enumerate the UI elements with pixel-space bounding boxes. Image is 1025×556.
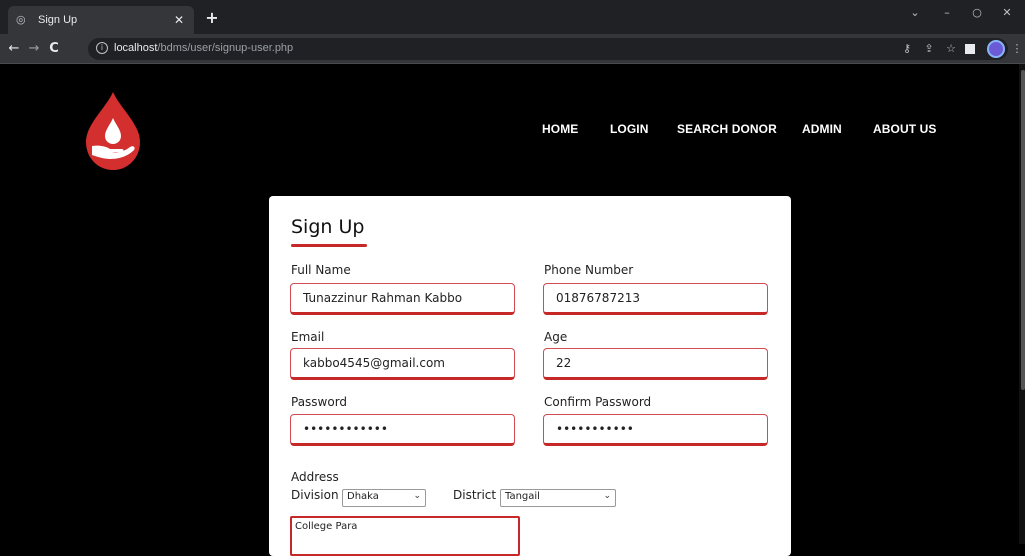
reload-icon[interactable]: C	[46, 41, 62, 56]
email-input[interactable]: kabbo4545@gmail.com	[290, 348, 515, 380]
nav-login[interactable]: LOGIN	[610, 122, 649, 136]
globe-icon: ◎	[16, 13, 26, 26]
phone-input[interactable]: 01876787213	[543, 283, 768, 315]
nav-about-us[interactable]: ABOUT US	[873, 122, 936, 136]
share-icon[interactable]: ⇪	[922, 42, 936, 55]
password-label: Password	[291, 395, 348, 409]
address-bar[interactable]: i localhost/bdms/user/signup-user.php	[88, 38, 1008, 60]
key-icon[interactable]: ⚷	[900, 42, 914, 55]
window-close-icon[interactable]: ✕	[993, 6, 1021, 19]
chevron-down-icon: ⌄	[413, 491, 421, 501]
district-label: District	[453, 488, 497, 502]
confirm-password-input[interactable]: •••••••••••	[543, 414, 768, 446]
tab-title: Sign Up	[38, 14, 78, 26]
title-underline	[291, 244, 367, 247]
age-input[interactable]: 22	[543, 348, 768, 380]
full-name-label: Full Name	[291, 263, 351, 277]
close-tab-icon[interactable]: ✕	[172, 13, 186, 27]
nav-search-donor[interactable]: SEARCH DONOR	[677, 122, 777, 136]
chevron-down-icon: ⌄	[603, 491, 611, 501]
minimize-icon[interactable]: –	[933, 6, 961, 19]
page-title: Sign Up	[291, 216, 365, 238]
age-label: Age	[544, 330, 568, 344]
confirm-password-label: Confirm Password	[544, 395, 652, 409]
district-select[interactable]: Tangail ⌄	[500, 489, 616, 507]
division-select[interactable]: Dhaka ⌄	[342, 489, 426, 507]
address-label: Address	[291, 470, 339, 484]
division-selected-value: Dhaka	[347, 491, 379, 502]
scrollbar-thumb[interactable]	[1021, 70, 1025, 390]
password-input[interactable]: ••••••••••••	[290, 414, 515, 446]
browser-tabbar: ◎ Sign Up ✕ + ⌄ – ○ ✕	[0, 0, 1025, 34]
address-textarea[interactable]: College Para	[290, 516, 520, 556]
nav-admin[interactable]: ADMIN	[802, 122, 842, 136]
email-label: Email	[291, 330, 325, 344]
district-selected-value: Tangail	[505, 491, 540, 502]
tab-search-icon[interactable]: ⌄	[901, 6, 929, 19]
bookmark-star-icon[interactable]: ☆	[944, 42, 958, 55]
blood-drop-logo-icon[interactable]	[80, 90, 146, 172]
side-panel-icon[interactable]	[965, 44, 975, 54]
nav-home[interactable]: HOME	[542, 122, 578, 136]
restore-icon[interactable]: ○	[963, 6, 991, 19]
forward-icon[interactable]: →	[26, 41, 42, 56]
full-name-input[interactable]: Tunazzinur Rahman Kabbo	[290, 283, 515, 315]
profile-avatar-icon[interactable]	[987, 40, 1005, 58]
phone-label: Phone Number	[544, 263, 634, 277]
menu-kebab-icon[interactable]: ⋮	[1010, 42, 1024, 55]
browser-tab[interactable]: ◎ Sign Up ✕	[8, 6, 194, 34]
division-label: Division	[291, 488, 339, 502]
new-tab-icon[interactable]: +	[203, 8, 221, 27]
back-icon[interactable]: ←	[6, 41, 22, 56]
browser-toolbar: ← → C i localhost/bdms/user/signup-user.…	[0, 34, 1025, 64]
info-icon[interactable]: i	[96, 42, 108, 54]
url-text: localhost/bdms/user/signup-user.php	[114, 42, 294, 54]
signup-card: Sign Up Full Name Tunazzinur Rahman Kabb…	[269, 196, 791, 556]
